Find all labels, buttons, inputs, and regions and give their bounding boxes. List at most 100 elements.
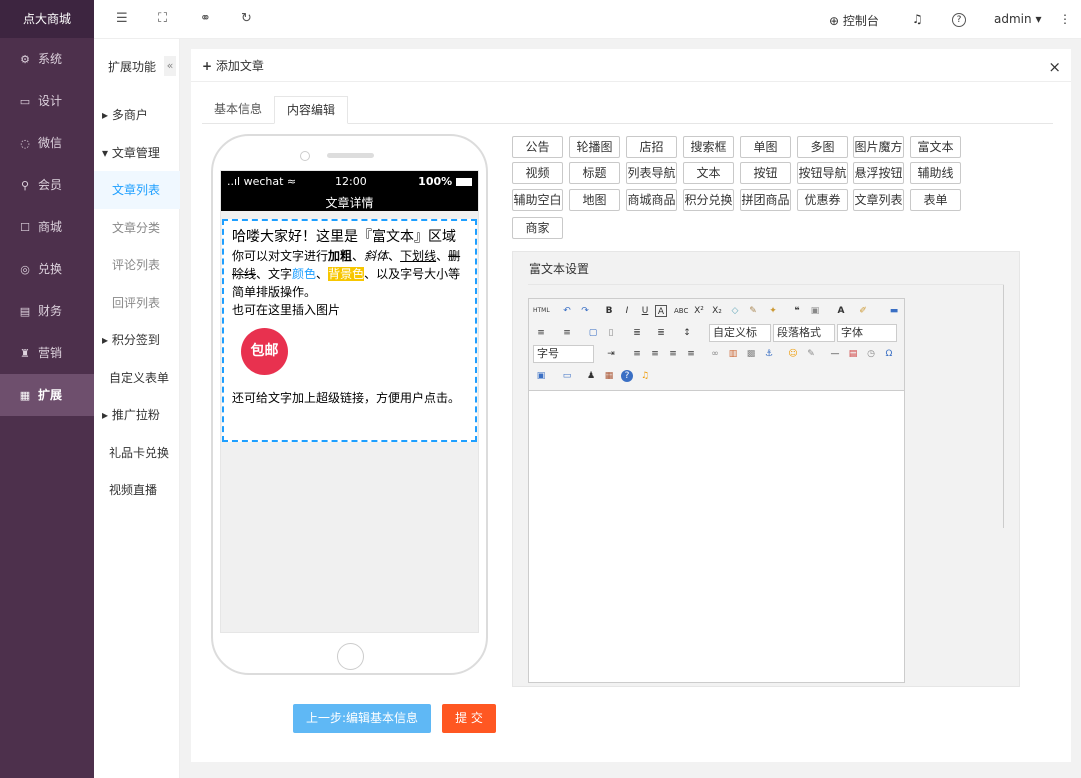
nav-item-exchange[interactable]: ◎ 兑换 — [0, 248, 94, 290]
date-icon[interactable]: ▤ — [847, 348, 859, 360]
sub-item-article-list[interactable]: 文章列表 — [94, 171, 180, 209]
tab-content-edit[interactable]: 内容编辑 — [274, 96, 349, 124]
sub-item-points-signin[interactable]: ▸ 积分签到 — [94, 321, 180, 359]
strikethrough-icon[interactable]: ABC — [674, 305, 688, 317]
widget-button[interactable]: 单图 — [740, 136, 791, 158]
widget-button[interactable]: 商城商品 — [626, 189, 677, 211]
nav-item-member[interactable]: ⚲ 会员 — [0, 164, 94, 206]
link-icon[interactable]: ⚭ — [200, 11, 211, 26]
nav-item-wechat[interactable]: ◌ 微信 — [0, 122, 94, 164]
horizontal-rule-icon[interactable]: — — [829, 348, 841, 360]
row-spacing-top-icon[interactable]: ≣ — [631, 327, 643, 339]
auto-format-icon[interactable]: ✦ — [767, 305, 779, 317]
widget-button[interactable]: 多图 — [797, 136, 848, 158]
widget-button[interactable]: 按钮 — [740, 162, 791, 184]
widget-button[interactable]: 商家 — [512, 217, 563, 239]
widget-button[interactable]: 图片魔方 — [853, 136, 904, 158]
fullscreen-editor-icon[interactable]: ▬ — [888, 305, 900, 317]
search-replace-icon[interactable]: ♟ — [585, 370, 597, 382]
align-left-icon[interactable]: ≡ — [631, 348, 643, 360]
more-icon[interactable]: ⋮ — [1059, 12, 1071, 26]
widget-button[interactable]: 文章列表 — [853, 189, 904, 211]
nav-item-store[interactable]: ☐ 商城 — [0, 206, 94, 248]
superscript-icon[interactable]: X² — [693, 305, 705, 317]
menu-toggle-icon[interactable]: ☰ — [116, 11, 128, 26]
widget-button[interactable]: 拼团商品 — [740, 189, 791, 211]
sub-item-live-video[interactable]: 视频直播 — [94, 471, 180, 509]
clear-doc-icon[interactable]: ▯ — [605, 327, 617, 339]
help-icon[interactable]: ? — [621, 370, 633, 382]
widget-button[interactable]: 富文本 — [910, 136, 961, 158]
help-icon[interactable]: ? — [952, 13, 966, 27]
sub-item-article-category[interactable]: 文章分类 — [94, 209, 180, 247]
widget-button[interactable]: 积分兑换 — [683, 189, 734, 211]
widget-button[interactable]: 表单 — [910, 189, 961, 211]
widget-button[interactable]: 优惠券 — [797, 189, 848, 211]
align-justify-icon[interactable]: ≡ — [685, 348, 697, 360]
paste-plain-icon[interactable]: ▣ — [809, 305, 821, 317]
rich-text-widget[interactable]: 哈喽大家好！这里是『富文本』区域 你可以对文字进行加粗、斜体、下划线、删除线、文… — [222, 219, 477, 442]
rich-text-editor[interactable]: HTML ↶ ↷ B I U A ABC X² X₂ ◇ ✎ ✦ ❝ ▣ A ✐… — [528, 298, 905, 683]
widget-button[interactable]: 搜索框 — [683, 136, 734, 158]
submit-button[interactable]: 提 交 — [442, 704, 496, 733]
bold-icon[interactable]: B — [603, 305, 615, 317]
link-icon[interactable]: ∞ — [709, 348, 721, 360]
html-source-icon[interactable]: HTML — [533, 305, 550, 317]
tab-basic-info[interactable]: 基本信息 — [202, 96, 274, 124]
sub-item-reply-list[interactable]: 回评列表 — [94, 284, 180, 322]
nav-item-design[interactable]: ▭ 设计 — [0, 80, 94, 122]
widget-button[interactable]: 视频 — [512, 162, 563, 184]
bell-icon[interactable]: ♫ — [912, 12, 923, 26]
unordered-list-icon[interactable]: ≡ — [561, 327, 573, 339]
sub-item-custom-form[interactable]: 自定义表单 — [94, 359, 180, 397]
user-menu[interactable]: admin ▾ — [994, 12, 1041, 26]
sub-item-comment-list[interactable]: 评论列表 — [94, 246, 180, 284]
widget-button[interactable]: 辅助线 — [910, 162, 961, 184]
bg-color-icon[interactable]: ✐ — [857, 305, 869, 317]
sub-item-article-manage[interactable]: ▾ 文章管理 — [94, 134, 180, 172]
subscript-icon[interactable]: X₂ — [711, 305, 723, 317]
select-all-icon[interactable]: ▢ — [587, 327, 599, 339]
nav-item-marketing[interactable]: ♜ 营销 — [0, 332, 94, 374]
blockquote-icon[interactable]: ❝ — [791, 305, 803, 317]
ordered-list-icon[interactable]: ≡ — [535, 327, 547, 339]
widget-button[interactable]: 悬浮按钮 — [853, 162, 904, 184]
insert-code-icon[interactable]: ▣ — [535, 370, 547, 382]
template-icon[interactable]: ▦ — [603, 370, 615, 382]
nav-item-system[interactable]: ⚙ 系统 — [0, 38, 94, 80]
format-brush-icon[interactable]: ✎ — [747, 305, 759, 317]
widget-button[interactable]: 店招 — [626, 136, 677, 158]
fullscreen-icon[interactable]: ⛶ — [158, 11, 167, 26]
custom-title-select[interactable]: 自定义标 — [709, 324, 771, 342]
music-icon[interactable]: ♫ — [639, 370, 651, 382]
widget-button[interactable]: 列表导航 — [626, 162, 677, 184]
indent-icon[interactable]: ⇥ — [605, 348, 617, 360]
nav-item-extend[interactable]: ▦ 扩展 — [0, 374, 94, 416]
sub-item-multi-merchant[interactable]: ▸ 多商户 — [94, 96, 180, 134]
sub-item-giftcard[interactable]: 礼品卡兑换 — [94, 434, 180, 472]
collapse-icon[interactable]: « — [164, 56, 176, 76]
widget-button[interactable]: 轮播图 — [569, 136, 620, 158]
paragraph-format-select[interactable]: 段落格式 — [773, 324, 835, 342]
widget-button[interactable]: 公告 — [512, 136, 563, 158]
control-panel-link[interactable]: ⊕ 控制台 — [829, 12, 879, 29]
scrollbar[interactable] — [1003, 285, 1004, 528]
widget-button[interactable]: 按钮导航 — [797, 162, 848, 184]
special-char-icon[interactable]: Ω — [883, 348, 895, 360]
prev-step-button[interactable]: 上一步:编辑基本信息 — [293, 704, 431, 733]
close-icon[interactable]: × — [1048, 58, 1061, 76]
brand-logo[interactable]: 点大商城 — [0, 0, 94, 38]
time-icon[interactable]: ◷ — [865, 348, 877, 360]
table-icon[interactable]: ▭ — [561, 370, 573, 382]
scrawl-icon[interactable]: ✎ — [805, 348, 817, 360]
anchor-icon[interactable]: ⚓ — [763, 348, 775, 360]
underline-icon[interactable]: U — [639, 305, 651, 317]
redo-icon[interactable]: ↷ — [579, 305, 591, 317]
eraser-icon[interactable]: ◇ — [729, 305, 741, 317]
font-family-select[interactable]: 字体 — [837, 324, 897, 342]
widget-button[interactable]: 地图 — [569, 189, 620, 211]
nav-item-finance[interactable]: ▤ 财务 — [0, 290, 94, 332]
widget-button[interactable]: 标题 — [569, 162, 620, 184]
font-size-select[interactable]: 字号 — [533, 345, 594, 363]
widget-button[interactable]: 文本 — [683, 162, 734, 184]
